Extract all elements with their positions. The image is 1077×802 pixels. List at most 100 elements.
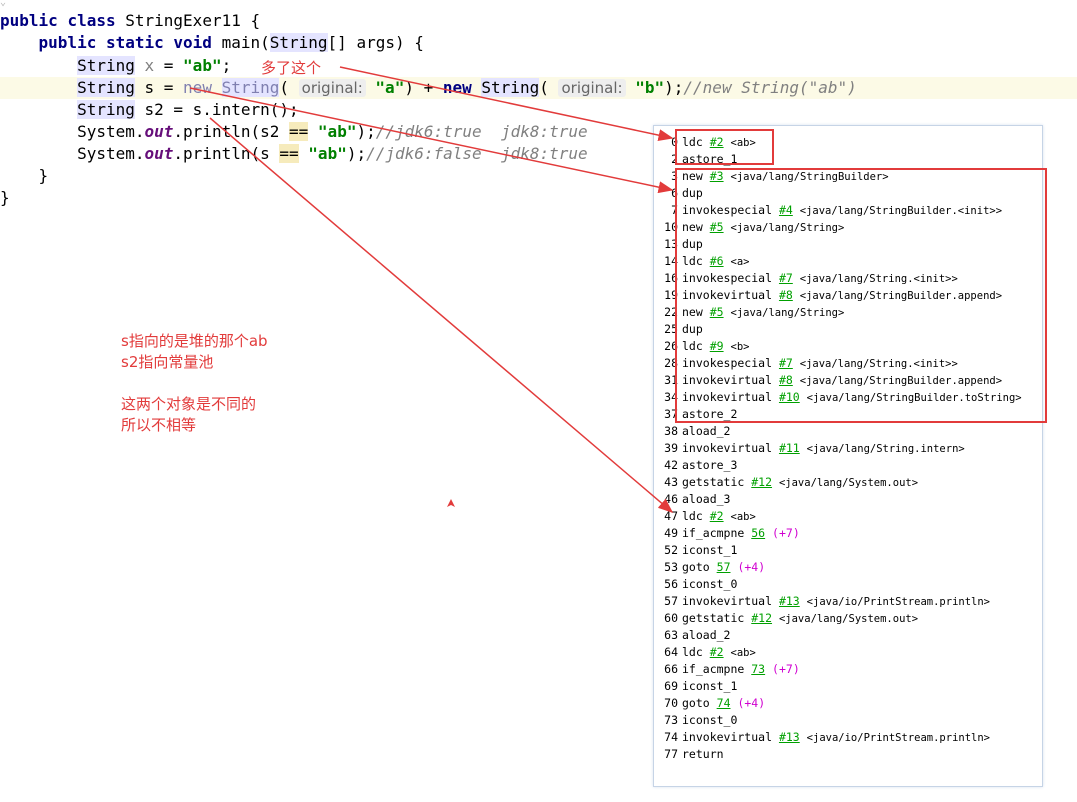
bytecode-row[interactable]: 13 dup bbox=[654, 236, 1042, 253]
operand-comment: <a> bbox=[730, 256, 750, 268]
brace-close: } bbox=[0, 188, 10, 207]
code-line-5[interactable]: String s2 = s.intern(); bbox=[0, 99, 1077, 121]
fold-marker-icon[interactable]: ⌄ bbox=[0, 0, 8, 8]
constant-ref-link[interactable]: #2 bbox=[710, 645, 724, 659]
bytecode-row[interactable]: 25 dup bbox=[654, 321, 1042, 338]
bytecode-row[interactable]: 57 invokevirtual #13 <java/io/PrintStream… bbox=[654, 593, 1042, 610]
bytecode-row[interactable]: 70 goto 74 (+4) bbox=[654, 695, 1042, 712]
bytecode-row[interactable]: 43 getstatic #12 <java/lang/System.out> bbox=[654, 474, 1042, 491]
bytecode-offset: 70 bbox=[664, 696, 678, 710]
bytecode-instruction: new #3 <java/lang/StringBuilder> bbox=[682, 168, 889, 186]
opcode: ldc bbox=[682, 509, 703, 523]
bytecode-row[interactable]: 26 ldc #9 <b> bbox=[654, 338, 1042, 355]
constant-ref-link[interactable]: #4 bbox=[779, 203, 793, 217]
constant-ref-link[interactable]: #5 bbox=[710, 305, 724, 319]
type-string: String bbox=[77, 78, 135, 97]
bytecode-row[interactable]: 3 new #3 <java/lang/StringBuilder> bbox=[654, 168, 1042, 185]
constant-ref-link[interactable]: #7 bbox=[779, 356, 793, 370]
constant-ref-link[interactable]: #6 bbox=[710, 254, 724, 268]
bytecode-row[interactable]: 49 if_acmpne 56 (+7) bbox=[654, 525, 1042, 542]
constant-ref-link[interactable]: #12 bbox=[751, 475, 772, 489]
bytecode-panel[interactable]: 0 ldc #2 <ab> 2 astore_1 3 new #3 <java/lang/… bbox=[653, 125, 1043, 787]
operand-comment: <b> bbox=[730, 341, 750, 353]
bytecode-row[interactable]: 56 iconst_0 bbox=[654, 576, 1042, 593]
bytecode-row[interactable]: 19 invokevirtual #8 <java/lang/StringBuil… bbox=[654, 287, 1042, 304]
constant-ref-link[interactable]: #3 bbox=[710, 169, 724, 183]
bytecode-offset: 56 bbox=[664, 577, 678, 591]
bytecode-row[interactable]: 60 getstatic #12 <java/lang/System.out> bbox=[654, 610, 1042, 627]
bytecode-row[interactable]: 38 aload_2 bbox=[654, 423, 1042, 440]
constant-ref-link[interactable]: 56 bbox=[751, 526, 765, 540]
kw-void: void bbox=[173, 33, 212, 52]
code-line-2[interactable]: public static void main(String[] args) { bbox=[0, 32, 1077, 54]
opcode: new bbox=[682, 305, 703, 319]
bytecode-offset: 60 bbox=[664, 611, 678, 625]
opcode: astore_2 bbox=[682, 407, 738, 421]
constant-ref-link[interactable]: #9 bbox=[710, 339, 724, 353]
bytecode-offset: 63 bbox=[664, 628, 678, 642]
type-string: String bbox=[77, 100, 135, 119]
opcode: invokevirtual bbox=[682, 594, 773, 608]
constant-ref-link[interactable]: #5 bbox=[710, 220, 724, 234]
bytecode-instruction: aload_2 bbox=[682, 423, 730, 440]
bytecode-offset: 38 bbox=[664, 424, 678, 438]
bytecode-row[interactable]: 2 astore_1 bbox=[654, 151, 1042, 168]
bytecode-row[interactable]: 66 if_acmpne 73 (+7) bbox=[654, 661, 1042, 678]
bytecode-row[interactable]: 74 invokevirtual #13 <java/io/PrintStream… bbox=[654, 729, 1042, 746]
constant-ref-link[interactable]: #10 bbox=[779, 390, 800, 404]
bytecode-row[interactable]: 16 invokespecial #7 <java/lang/String.<in… bbox=[654, 270, 1042, 287]
constant-ref-link[interactable]: 74 bbox=[717, 696, 731, 710]
bytecode-row[interactable]: 42 astore_3 bbox=[654, 457, 1042, 474]
bytecode-row[interactable]: 34 invokevirtual #10 <java/lang/StringBui… bbox=[654, 389, 1042, 406]
bytecode-row[interactable]: 47 ldc #2 <ab> bbox=[654, 508, 1042, 525]
bytecode-instruction: ldc #2 <ab> bbox=[682, 134, 756, 152]
bytecode-row[interactable]: 69 iconst_1 bbox=[654, 678, 1042, 695]
constant-ref-link[interactable]: #7 bbox=[779, 271, 793, 285]
constant-ref-link[interactable]: #13 bbox=[779, 730, 800, 744]
bytecode-row[interactable]: 14 ldc #6 <a> bbox=[654, 253, 1042, 270]
bytecode-row[interactable]: 52 iconst_1 bbox=[654, 542, 1042, 559]
constant-ref-link[interactable]: #2 bbox=[710, 135, 724, 149]
bytecode-offset: 13 bbox=[664, 237, 678, 251]
bytecode-row[interactable]: 31 invokevirtual #8 <java/lang/StringBuil… bbox=[654, 372, 1042, 389]
bytecode-row[interactable]: 77 return bbox=[654, 746, 1042, 763]
bytecode-row[interactable]: 63 aload_2 bbox=[654, 627, 1042, 644]
constant-ref-link[interactable]: #8 bbox=[779, 288, 793, 302]
var-s: s bbox=[144, 78, 155, 97]
bytecode-row[interactable]: 10 new #5 <java/lang/String> bbox=[654, 219, 1042, 236]
bytecode-instruction: getstatic #12 <java/lang/System.out> bbox=[682, 474, 918, 492]
bytecode-row[interactable]: 37 astore_2 bbox=[654, 406, 1042, 423]
bytecode-row[interactable]: 64 ldc #2 <ab> bbox=[654, 644, 1042, 661]
constant-ref-link[interactable]: #13 bbox=[779, 594, 800, 608]
bytecode-row[interactable]: 73 iconst_0 bbox=[654, 712, 1042, 729]
operand-comment: <java/lang/StringBuilder.<init>> bbox=[799, 205, 1003, 217]
bytecode-row[interactable]: 22 new #5 <java/lang/String> bbox=[654, 304, 1042, 321]
constant-ref-link[interactable]: 57 bbox=[717, 560, 731, 574]
code-line-3[interactable]: String x = "ab"; bbox=[0, 55, 1077, 77]
bytecode-row[interactable]: 28 invokespecial #7 <java/lang/String.<in… bbox=[654, 355, 1042, 372]
constant-ref-link[interactable]: #8 bbox=[779, 373, 793, 387]
args: [] args) { bbox=[327, 33, 424, 52]
constant-ref-link[interactable]: 73 bbox=[751, 662, 765, 676]
intern-call: = s.intern(); bbox=[163, 100, 299, 119]
opcode: goto bbox=[682, 696, 710, 710]
relative-offset: (+7) bbox=[772, 526, 800, 540]
constant-ref-link[interactable]: #2 bbox=[710, 509, 724, 523]
operand-comment: <java/lang/String> bbox=[730, 222, 845, 234]
bytecode-row[interactable]: 46 aload_3 bbox=[654, 491, 1042, 508]
bytecode-row[interactable]: 39 invokevirtual #11 <java/lang/String.in… bbox=[654, 440, 1042, 457]
operand-comment: <java/lang/StringBuilder> bbox=[730, 171, 889, 183]
bytecode-row[interactable]: 6 dup bbox=[654, 185, 1042, 202]
code-line-4[interactable]: String s = new String( original: "a") + … bbox=[0, 77, 1077, 99]
field-out: out bbox=[144, 122, 174, 141]
bytecode-row[interactable]: 53 goto 57 (+4) bbox=[654, 559, 1042, 576]
code-line-1[interactable]: public class StringExer11 { bbox=[0, 10, 1077, 32]
constant-ref-link[interactable]: #11 bbox=[779, 441, 800, 455]
eq-op: == bbox=[279, 144, 299, 163]
bytecode-row[interactable]: 7 invokespecial #4 <java/lang/StringBuild… bbox=[654, 202, 1042, 219]
bytecode-instruction: return bbox=[682, 746, 724, 763]
opcode: dup bbox=[682, 186, 703, 200]
bytecode-row[interactable]: 0 ldc #2 <ab> bbox=[654, 134, 1042, 151]
constant-ref-link[interactable]: #12 bbox=[751, 611, 772, 625]
